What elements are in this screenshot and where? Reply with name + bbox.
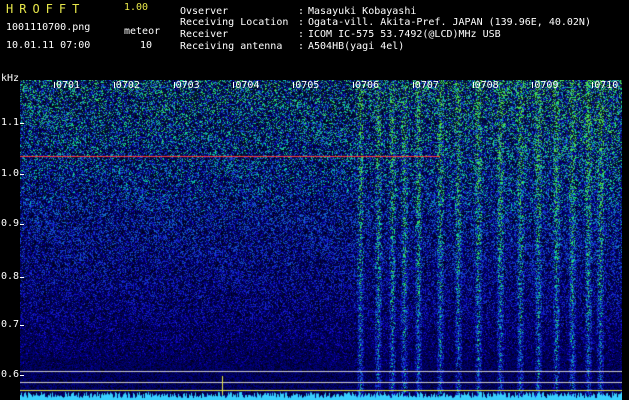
time-tick-mark (472, 82, 474, 88)
y-unit-label: kHz (1, 73, 20, 84)
time-tick-label: 0707 (414, 80, 439, 91)
time-tick-label: 0701 (56, 80, 81, 91)
y-tick-mark (20, 277, 24, 278)
app-title: HROFFT (6, 2, 86, 16)
location-sep: : (298, 17, 305, 28)
observer-sep: : (298, 6, 305, 17)
y-tick-label: 1.1 (1, 117, 20, 128)
spectrogram-plot[interactable] (20, 80, 622, 400)
datetime: 10.01.11 07:00 (6, 40, 91, 51)
meteor-count: 10 (140, 40, 153, 51)
filename: 1001110700.png (6, 22, 91, 33)
time-tick-mark (54, 82, 55, 88)
time-tick-label: 0705 (295, 80, 320, 91)
y-tick-mark (20, 224, 24, 225)
time-tick-label: 0710 (594, 80, 619, 91)
observer-label: Ovserver (180, 6, 229, 17)
meteor-label: meteor (124, 26, 161, 37)
time-tick-label: 0708 (474, 80, 499, 91)
location-label: Receiving Location (180, 17, 289, 28)
time-tick-label: 0709 (534, 80, 559, 91)
time-tick-label: 0703 (175, 80, 200, 91)
antenna-value: A504HB(yagi 4el) (308, 41, 405, 52)
time-tick-mark (592, 82, 594, 88)
receiver-value: ICOM IC-575 53.7492(@LCD)MHz USB (308, 29, 501, 40)
time-tick-mark (353, 82, 354, 88)
receiver-sep: : (298, 29, 305, 40)
y-tick-label: 0.9 (1, 218, 20, 229)
y-tick-mark (20, 174, 24, 175)
time-tick-mark (233, 82, 235, 88)
time-tick-label: 0702 (115, 80, 140, 91)
y-tick-mark (20, 375, 24, 376)
receiver-label: Receiver (180, 29, 229, 40)
antenna-label: Receiving antenna (180, 41, 283, 52)
time-tick-mark (293, 82, 295, 88)
y-tick-label: 1.0 (1, 168, 20, 179)
time-tick-mark (532, 82, 534, 88)
app-version: 1.00 (124, 2, 149, 13)
y-tick-label: 0.7 (1, 319, 20, 330)
time-tick-mark (173, 82, 175, 88)
y-tick-label: 0.6 (1, 369, 20, 380)
antenna-sep: : (298, 41, 305, 52)
time-tick-label: 0704 (235, 80, 260, 91)
time-tick-label: 0706 (355, 80, 380, 91)
y-tick-mark (20, 325, 24, 326)
location-value: Ogata-vill. Akita-Pref. JAPAN (139.96E, … (308, 17, 591, 28)
observer-value: Masayuki Kobayashi (308, 6, 417, 17)
time-tick-mark (113, 82, 115, 88)
y-tick-label: 0.8 (1, 271, 20, 282)
time-tick-mark (412, 82, 414, 88)
y-tick-mark (20, 123, 24, 124)
